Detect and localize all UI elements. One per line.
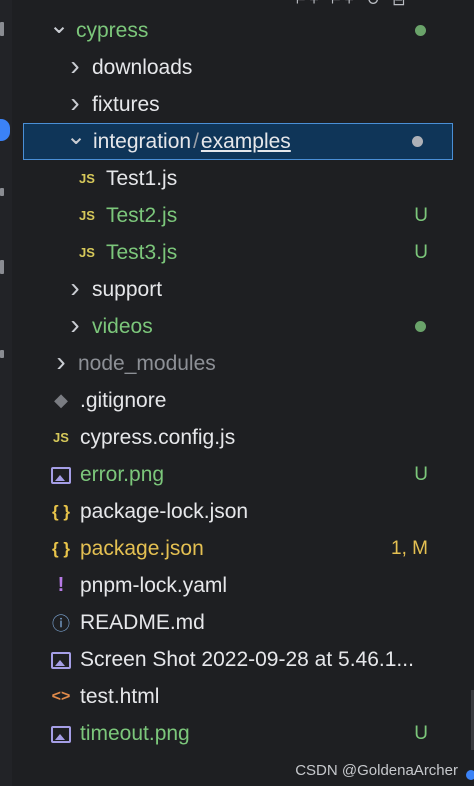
file-readme[interactable]: ⓘ README.md xyxy=(12,604,474,641)
file-label: .gitignore xyxy=(80,388,167,412)
javascript-file-icon: JS xyxy=(79,171,95,186)
activity-marker xyxy=(0,188,4,196)
file-test1[interactable]: JS Test1.js xyxy=(12,160,474,197)
file-label: cypress.config.js xyxy=(80,425,236,449)
file-pnpm-lock[interactable]: ! pnpm-lock.yaml xyxy=(12,567,474,604)
file-label: pnpm-lock.yaml xyxy=(80,573,228,597)
watermark: CSDN @GoldenaArcher xyxy=(295,762,458,779)
javascript-file-icon: JS xyxy=(79,245,95,260)
file-label: Screen Shot 2022-09-28 at 5.46.1... xyxy=(80,647,414,671)
folder-cypress[interactable]: cypress xyxy=(12,12,474,49)
yaml-file-icon: ! xyxy=(57,574,65,596)
folder-label: node_modules xyxy=(78,351,216,375)
file-label: Test3.js xyxy=(106,240,178,264)
file-screenshot[interactable]: Screen Shot 2022-09-28 at 5.46.1... xyxy=(12,641,474,678)
explorer-toolbar-icons[interactable]: ⌐+ ⌐+ ↻ ⊟ xyxy=(296,0,410,10)
activity-bar xyxy=(0,0,12,786)
file-test2[interactable]: JS Test2.js U xyxy=(12,197,474,234)
activity-marker xyxy=(0,22,4,36)
folder-label: cypress xyxy=(76,18,149,42)
info-icon: ⓘ xyxy=(52,613,70,634)
file-label: test.html xyxy=(80,684,160,708)
chevron-right-icon[interactable] xyxy=(64,52,86,84)
html-file-icon: <> xyxy=(51,687,71,705)
file-label: error.png xyxy=(80,462,165,486)
explorer-tree: cypress downloads fixtures integration /… xyxy=(12,12,474,752)
activity-marker xyxy=(0,260,4,274)
folder-label: fixtures xyxy=(92,92,160,116)
chevron-down-icon[interactable] xyxy=(48,16,70,45)
file-timeout-png[interactable]: timeout.png U xyxy=(12,715,474,752)
image-file-icon xyxy=(48,724,74,744)
folder-downloads[interactable]: downloads xyxy=(12,49,474,86)
git-status-dot xyxy=(415,321,426,332)
folder-fixtures[interactable]: fixtures xyxy=(12,86,474,123)
git-status-badge: 1, M xyxy=(391,537,428,559)
file-gitignore[interactable]: ◆ .gitignore xyxy=(12,382,474,419)
folder-label: videos xyxy=(92,314,153,338)
chevron-right-icon[interactable] xyxy=(64,311,86,343)
git-diamond-icon: ◆ xyxy=(54,390,68,410)
git-status-badge: U xyxy=(414,463,428,485)
git-status-badge: U xyxy=(414,241,428,263)
file-label: Test1.js xyxy=(106,166,178,190)
activity-marker xyxy=(0,350,4,358)
file-label: README.md xyxy=(80,610,205,634)
folder-label: downloads xyxy=(92,55,193,79)
chevron-down-icon[interactable] xyxy=(65,127,87,156)
folder-integration-examples[interactable]: integration / examples xyxy=(23,123,453,160)
git-status-dot xyxy=(415,25,426,36)
javascript-file-icon: JS xyxy=(79,208,95,223)
file-package-lock[interactable]: { } package-lock.json xyxy=(12,493,474,530)
file-label: package.json xyxy=(80,536,204,560)
folder-videos[interactable]: videos xyxy=(12,308,474,345)
subfolder-label[interactable]: examples xyxy=(201,130,291,154)
path-separator: / xyxy=(193,129,199,153)
file-cypress-config[interactable]: JS cypress.config.js xyxy=(12,419,474,456)
chevron-right-icon[interactable] xyxy=(64,274,86,306)
folder-label: integration xyxy=(93,129,192,153)
json-file-icon: { } xyxy=(52,501,70,521)
chevron-right-icon[interactable] xyxy=(50,348,72,380)
image-file-icon xyxy=(48,465,74,485)
git-status-badge: U xyxy=(414,722,428,744)
folder-node-modules[interactable]: node_modules xyxy=(12,345,474,382)
folder-label: support xyxy=(92,277,163,301)
folder-support[interactable]: support xyxy=(12,271,474,308)
file-label: package-lock.json xyxy=(80,499,249,523)
git-status-badge: U xyxy=(414,204,428,226)
file-error-png[interactable]: error.png U xyxy=(12,456,474,493)
git-status-dot xyxy=(412,136,423,147)
image-file-icon xyxy=(48,650,74,670)
file-test-html[interactable]: <> test.html xyxy=(12,678,474,715)
javascript-file-icon: JS xyxy=(53,430,69,445)
notification-dot xyxy=(466,770,474,780)
json-file-icon: { } xyxy=(52,538,70,558)
active-view-indicator[interactable] xyxy=(0,119,10,141)
file-test3[interactable]: JS Test3.js U xyxy=(12,234,474,271)
file-label: Test2.js xyxy=(106,203,178,227)
file-package-json[interactable]: { } package.json 1, M xyxy=(12,530,474,567)
file-label: timeout.png xyxy=(80,721,190,745)
chevron-right-icon[interactable] xyxy=(64,89,86,121)
